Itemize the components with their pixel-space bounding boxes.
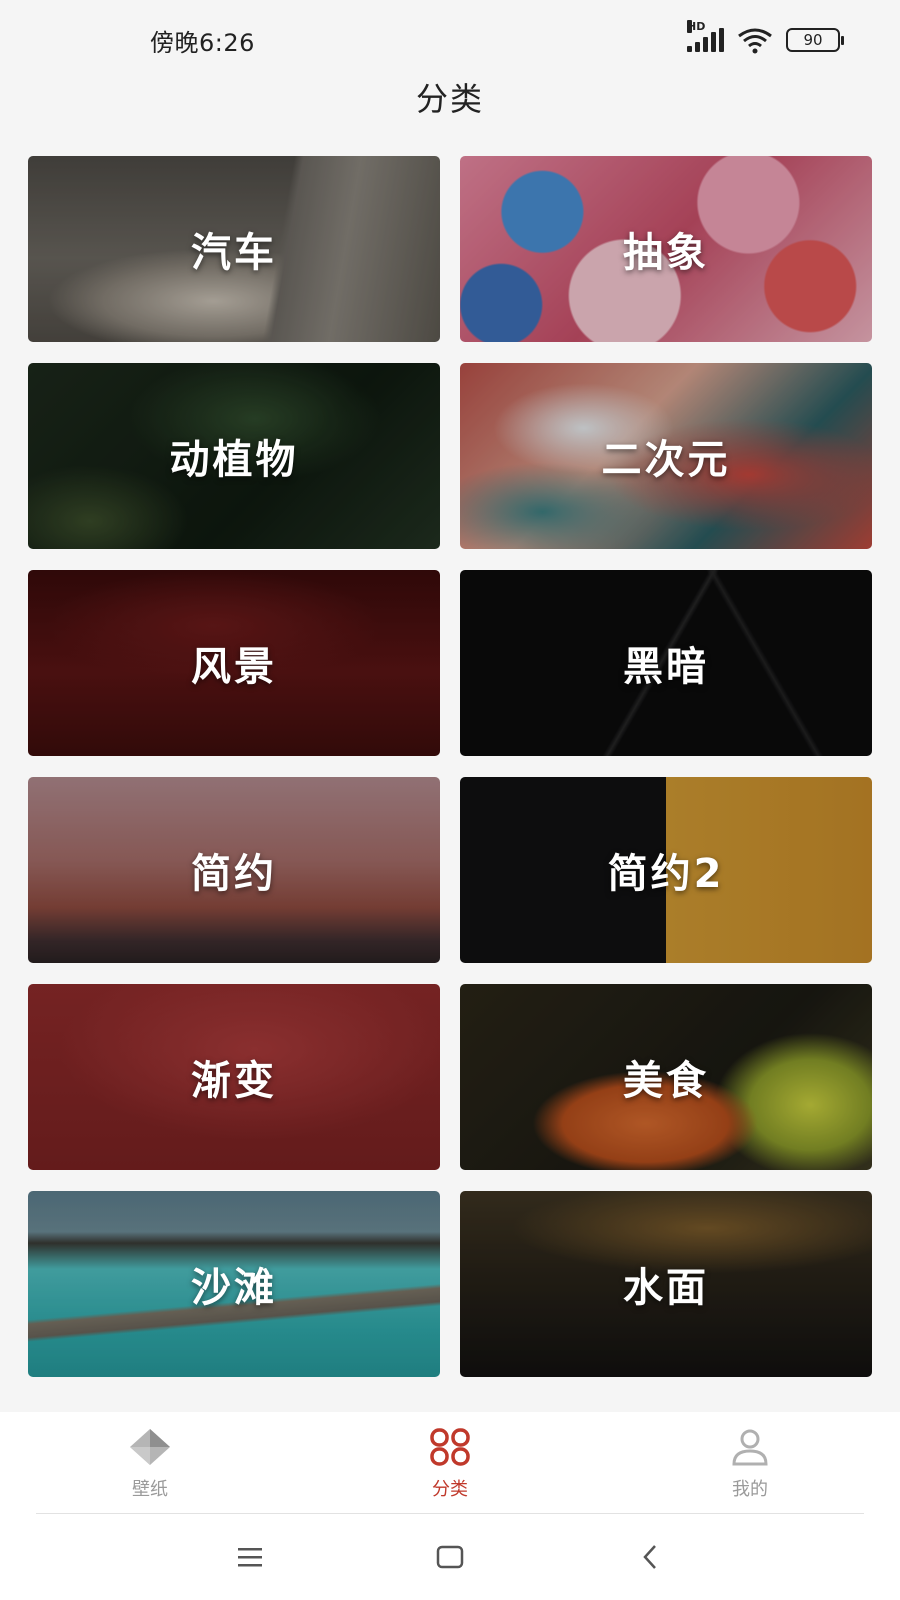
category-card-minimal-2[interactable]: 简约2 [460,777,872,963]
category-label: 二次元 [601,437,731,483]
home-button[interactable] [420,1537,480,1577]
category-card-minimal[interactable]: 简约 [28,777,440,963]
category-label: 沙滩 [191,1265,277,1311]
category-card-dark[interactable]: 黑暗 [460,570,872,756]
category-label: 水面 [623,1265,709,1311]
home-square-icon [436,1545,464,1569]
category-card-anime[interactable]: 二次元 [460,363,872,549]
wifi-icon [738,28,772,54]
category-label: 渐变 [191,1058,277,1104]
category-card-beach[interactable]: 沙滩 [28,1191,440,1377]
bottom-nav: 壁纸 分类 我的 [0,1412,900,1516]
grid-icon [430,1428,470,1466]
category-label: 动植物 [169,437,299,483]
category-label: 黑暗 [623,644,709,690]
status-icons: HD 90 [687,20,844,54]
category-label: 风景 [191,644,277,690]
category-card-gradient[interactable]: 渐变 [28,984,440,1170]
status-bar: 傍晚6:26 HD 90 [0,0,900,80]
category-card-abstract[interactable]: 抽象 [460,156,872,342]
person-icon [732,1429,768,1466]
category-card-landscape[interactable]: 风景 [28,570,440,756]
category-card-water[interactable]: 水面 [460,1191,872,1377]
diamond-icon [130,1429,170,1465]
category-label: 简约 [191,851,277,897]
nav-tab-category[interactable]: 分类 [370,1427,530,1501]
signal-icon: HD [687,20,724,52]
battery-icon: 90 [786,28,844,52]
category-grid: 汽车 抽象 动植物 二次元 风景 黑暗 简约 简约2 渐变 美食 沙滩 水面 [28,156,872,1377]
nav-tab-mine[interactable]: 我的 [670,1427,830,1501]
nav-label: 我的 [732,1479,768,1500]
hd-label: HD [687,20,706,33]
category-card-car[interactable]: 汽车 [28,156,440,342]
menu-button[interactable] [220,1537,280,1577]
category-card-food[interactable]: 美食 [460,984,872,1170]
nav-label: 壁纸 [132,1479,168,1500]
back-chevron-icon [643,1545,656,1569]
menu-icon [238,1548,262,1567]
nav-tab-wallpaper[interactable]: 壁纸 [70,1427,230,1501]
nav-label: 分类 [432,1479,468,1500]
status-time: 傍晚6:26 [150,28,255,57]
category-label: 美食 [623,1058,709,1104]
category-label: 汽车 [191,230,277,276]
category-label: 抽象 [623,230,709,276]
category-card-plants-animals[interactable]: 动植物 [28,363,440,549]
back-button[interactable] [620,1537,680,1577]
category-label: 简约2 [607,851,725,897]
system-nav-bar [0,1514,900,1600]
page-title: 分类 [415,80,484,118]
